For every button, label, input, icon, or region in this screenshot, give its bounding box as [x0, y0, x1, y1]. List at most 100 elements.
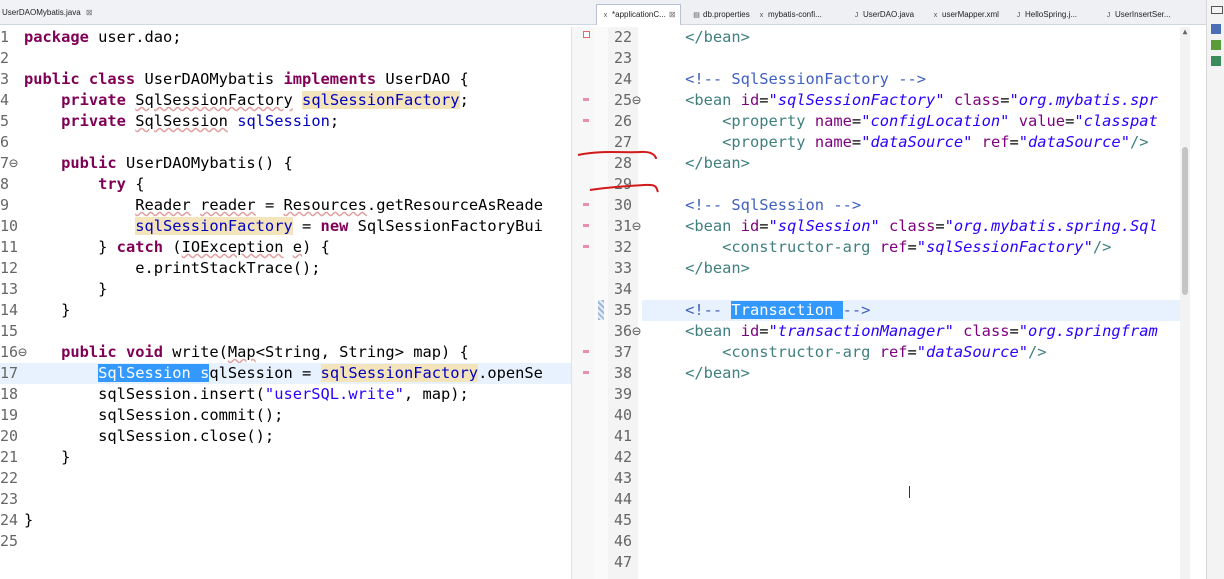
line-number: 22 [0, 469, 19, 487]
code-text: <constructor-arg ref="sqlSessionFactory"… [722, 238, 1112, 256]
line-number: 34 [614, 280, 633, 298]
code-line[interactable]: 8 try { [0, 174, 571, 195]
warning-marker[interactable] [583, 350, 589, 353]
code-line[interactable]: 16⊖ public void write(Map<String, String… [0, 342, 571, 363]
code-line[interactable]: 36⊖ <bean id="transactionManager" class=… [594, 321, 1180, 342]
console-icon[interactable] [1211, 56, 1221, 66]
editor-tab[interactable]: x userMapper.xml [931, 8, 999, 22]
warning-marker[interactable] [583, 98, 589, 101]
code-line[interactable]: 35 <!-- Transaction --> [594, 300, 1180, 321]
line-number: 25⊖ [614, 91, 642, 109]
code-line[interactable]: 34 [594, 279, 1180, 300]
code-line[interactable]: 37 <constructor-arg ref="dataSource"/> [594, 342, 1180, 363]
code-line[interactable]: 24} [0, 510, 571, 531]
line-number: 1 [0, 28, 10, 46]
line-number: 24 [614, 70, 633, 88]
line-number: 40 [614, 406, 633, 424]
code-line[interactable]: 9 Reader reader = Resources.getResourceA… [0, 195, 571, 216]
line-number: 31⊖ [614, 217, 642, 235]
restore-icon[interactable] [1211, 6, 1223, 14]
code-line[interactable]: 11 } catch (IOException e) { [0, 237, 571, 258]
code-text: <property name="dataSource" ref="dataSou… [722, 133, 1149, 151]
editor-tab[interactable]: J UserInsertSer... [1104, 8, 1171, 22]
close-icon[interactable]: ⊠ [86, 8, 93, 17]
code-text: public UserDAOMybatis() { [61, 154, 293, 172]
code-line[interactable]: 46 [594, 531, 1180, 552]
code-text: <!-- Transaction --> [685, 301, 871, 319]
code-line[interactable]: 44 [594, 489, 1180, 510]
file-type-icon: x [759, 12, 764, 19]
editor-tab[interactable]: ▤ db.properties [692, 8, 750, 22]
warning-marker[interactable] [583, 224, 589, 227]
code-line[interactable]: 25 [0, 531, 571, 552]
scroll-up-arrow[interactable]: ▲ [1181, 27, 1189, 37]
vertical-scrollbar[interactable]: ▲ [1180, 27, 1190, 579]
code-line[interactable]: 14 } [0, 300, 571, 321]
code-line[interactable]: 17 SqlSession sqlSession = sqlSessionFac… [0, 363, 571, 384]
code-line[interactable]: 47 [594, 552, 1180, 573]
code-line[interactable]: 13 } [0, 279, 571, 300]
code-line[interactable]: 18 sqlSession.insert("userSQL.write", ma… [0, 384, 571, 405]
problems-icon[interactable] [1211, 40, 1221, 50]
line-number: 43 [614, 469, 633, 487]
code-line[interactable]: 5 private SqlSession sqlSession; [0, 111, 571, 132]
tab-userdaomybatis-java[interactable]: UserDAOMybatis.java ⊠ [2, 6, 93, 20]
warning-marker[interactable] [583, 245, 589, 248]
code-line[interactable]: 32 <constructor-arg ref="sqlSessionFacto… [594, 237, 1180, 258]
code-line[interactable]: 2 [0, 48, 571, 69]
editor-tab[interactable]: J HelloSpring.j... [1014, 8, 1077, 22]
code-line[interactable]: 27 <property name="dataSource" ref="data… [594, 132, 1180, 153]
code-line[interactable]: 12 e.printStackTrace(); [0, 258, 571, 279]
code-line[interactable]: 4 private SqlSessionFactory sqlSessionFa… [0, 90, 571, 111]
code-line[interactable]: 23 [0, 489, 571, 510]
code-line[interactable]: 20 sqlSession.close(); [0, 426, 571, 447]
code-line[interactable]: 25⊖ <bean id="sqlSessionFactory" class="… [594, 90, 1180, 111]
code-line[interactable]: 23 [594, 48, 1180, 69]
code-line[interactable]: 39 [594, 384, 1180, 405]
code-line[interactable]: 29 [594, 174, 1180, 195]
code-line[interactable]: 22 </bean> [594, 27, 1180, 48]
warning-marker[interactable] [583, 119, 589, 122]
warning-marker[interactable] [583, 371, 589, 374]
line-number: 26 [614, 112, 633, 130]
code-line[interactable]: 6 [0, 132, 571, 153]
code-line[interactable]: 28 </bean> [594, 153, 1180, 174]
code-line[interactable]: 19 sqlSession.commit(); [0, 405, 571, 426]
line-number: 11 [0, 238, 19, 256]
code-line[interactable]: 45 [594, 510, 1180, 531]
line-number: 8 [0, 175, 10, 193]
code-line[interactable]: 38 </bean> [594, 363, 1180, 384]
code-line[interactable]: 33 </bean> [594, 258, 1180, 279]
code-text: try { [98, 175, 145, 193]
close-icon[interactable]: ⊠ [669, 10, 676, 19]
tab-label: db.properties [703, 10, 750, 19]
code-line[interactable]: 42 [594, 447, 1180, 468]
code-line[interactable]: 31⊖ <bean id="sqlSession" class="org.myb… [594, 216, 1180, 237]
code-line[interactable]: 40 [594, 405, 1180, 426]
code-line[interactable]: 30 <!-- SqlSession --> [594, 195, 1180, 216]
code-line[interactable]: 21 } [0, 447, 571, 468]
scroll-thumb[interactable] [1182, 147, 1188, 295]
code-line[interactable]: 22 [0, 468, 571, 489]
code-line[interactable]: 10 sqlSessionFactory = new SqlSessionFac… [0, 216, 571, 237]
code-line[interactable]: 41 [594, 426, 1180, 447]
editor-tab[interactable]: x *applicationC... ⊠ [596, 4, 681, 25]
code-line[interactable]: 1 package user.dao; [0, 27, 571, 48]
editor-tab[interactable]: J UserDAO.java [852, 8, 914, 22]
code-line[interactable]: 24 <!-- SqlSessionFactory --> [594, 69, 1180, 90]
error-marker[interactable] [583, 31, 590, 38]
warning-marker[interactable] [583, 203, 589, 206]
code-line[interactable]: 3 public class UserDAOMybatis implements … [0, 69, 571, 90]
code-text: <bean id="sqlSession" class="org.mybatis… [685, 217, 1158, 235]
outline-icon[interactable] [1211, 24, 1221, 34]
text-cursor-icon [909, 486, 910, 498]
code-text: } [24, 448, 71, 466]
code-text: <!-- SqlSession --> [685, 196, 862, 214]
code-line[interactable]: 26 <property name="configLocation" value… [594, 111, 1180, 132]
code-text: } [24, 280, 108, 298]
editor-tab[interactable]: x mybatis-confi... [757, 8, 822, 22]
code-line[interactable]: 43 [594, 468, 1180, 489]
line-number: 7⊖ [0, 154, 19, 172]
code-line[interactable]: 7⊖ public UserDAOMybatis() { [0, 153, 571, 174]
code-line[interactable]: 15 [0, 321, 571, 342]
